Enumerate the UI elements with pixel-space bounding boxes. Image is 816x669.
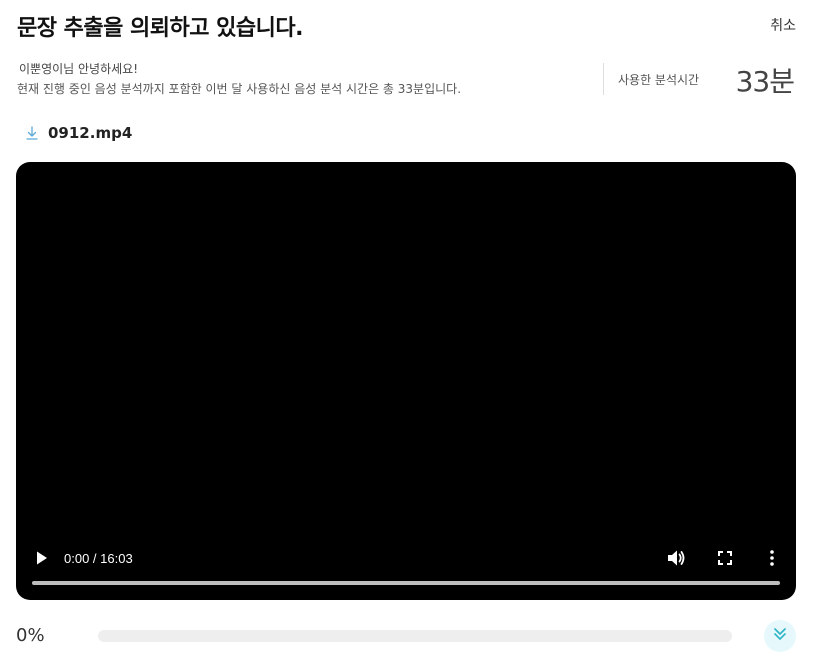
usage-label: 사용한 분석시간 <box>618 73 700 87</box>
play-icon[interactable] <box>34 550 50 566</box>
more-vertical-icon[interactable] <box>764 548 780 568</box>
progress-percent: 0% <box>16 625 45 646</box>
file-download-link[interactable]: 0912.mp4 <box>24 124 132 142</box>
usage-value: 33분 <box>735 65 795 98</box>
usage-description: 현재 진행 중인 음성 분석까지 포함한 이번 달 사용하신 음성 분석 시간은… <box>17 82 462 96</box>
volume-icon[interactable] <box>666 548 686 568</box>
video-player[interactable]: 0:00 / 16:03 <box>16 162 796 600</box>
usage-divider <box>603 63 604 95</box>
usage-info: 이뿐영이님 안녕하세요! 현재 진행 중인 음성 분석까지 포함한 이번 달 사… <box>17 60 461 98</box>
page-title: 문장 추출을 의뢰하고 있습니다. <box>17 16 303 41</box>
download-icon <box>24 124 40 142</box>
progress-bar <box>98 630 732 642</box>
expand-button[interactable] <box>764 620 796 652</box>
time-display: 0:00 / 16:03 <box>64 551 133 566</box>
cancel-button[interactable]: 취소 <box>770 15 796 35</box>
video-controls: 0:00 / 16:03 <box>16 540 796 600</box>
fullscreen-icon[interactable] <box>716 549 734 567</box>
greeting-text: 이뿐영이님 안녕하세요! <box>19 62 139 76</box>
seek-bar[interactable] <box>32 581 780 585</box>
file-name: 0912.mp4 <box>48 124 133 142</box>
double-chevron-down-icon <box>772 626 788 646</box>
